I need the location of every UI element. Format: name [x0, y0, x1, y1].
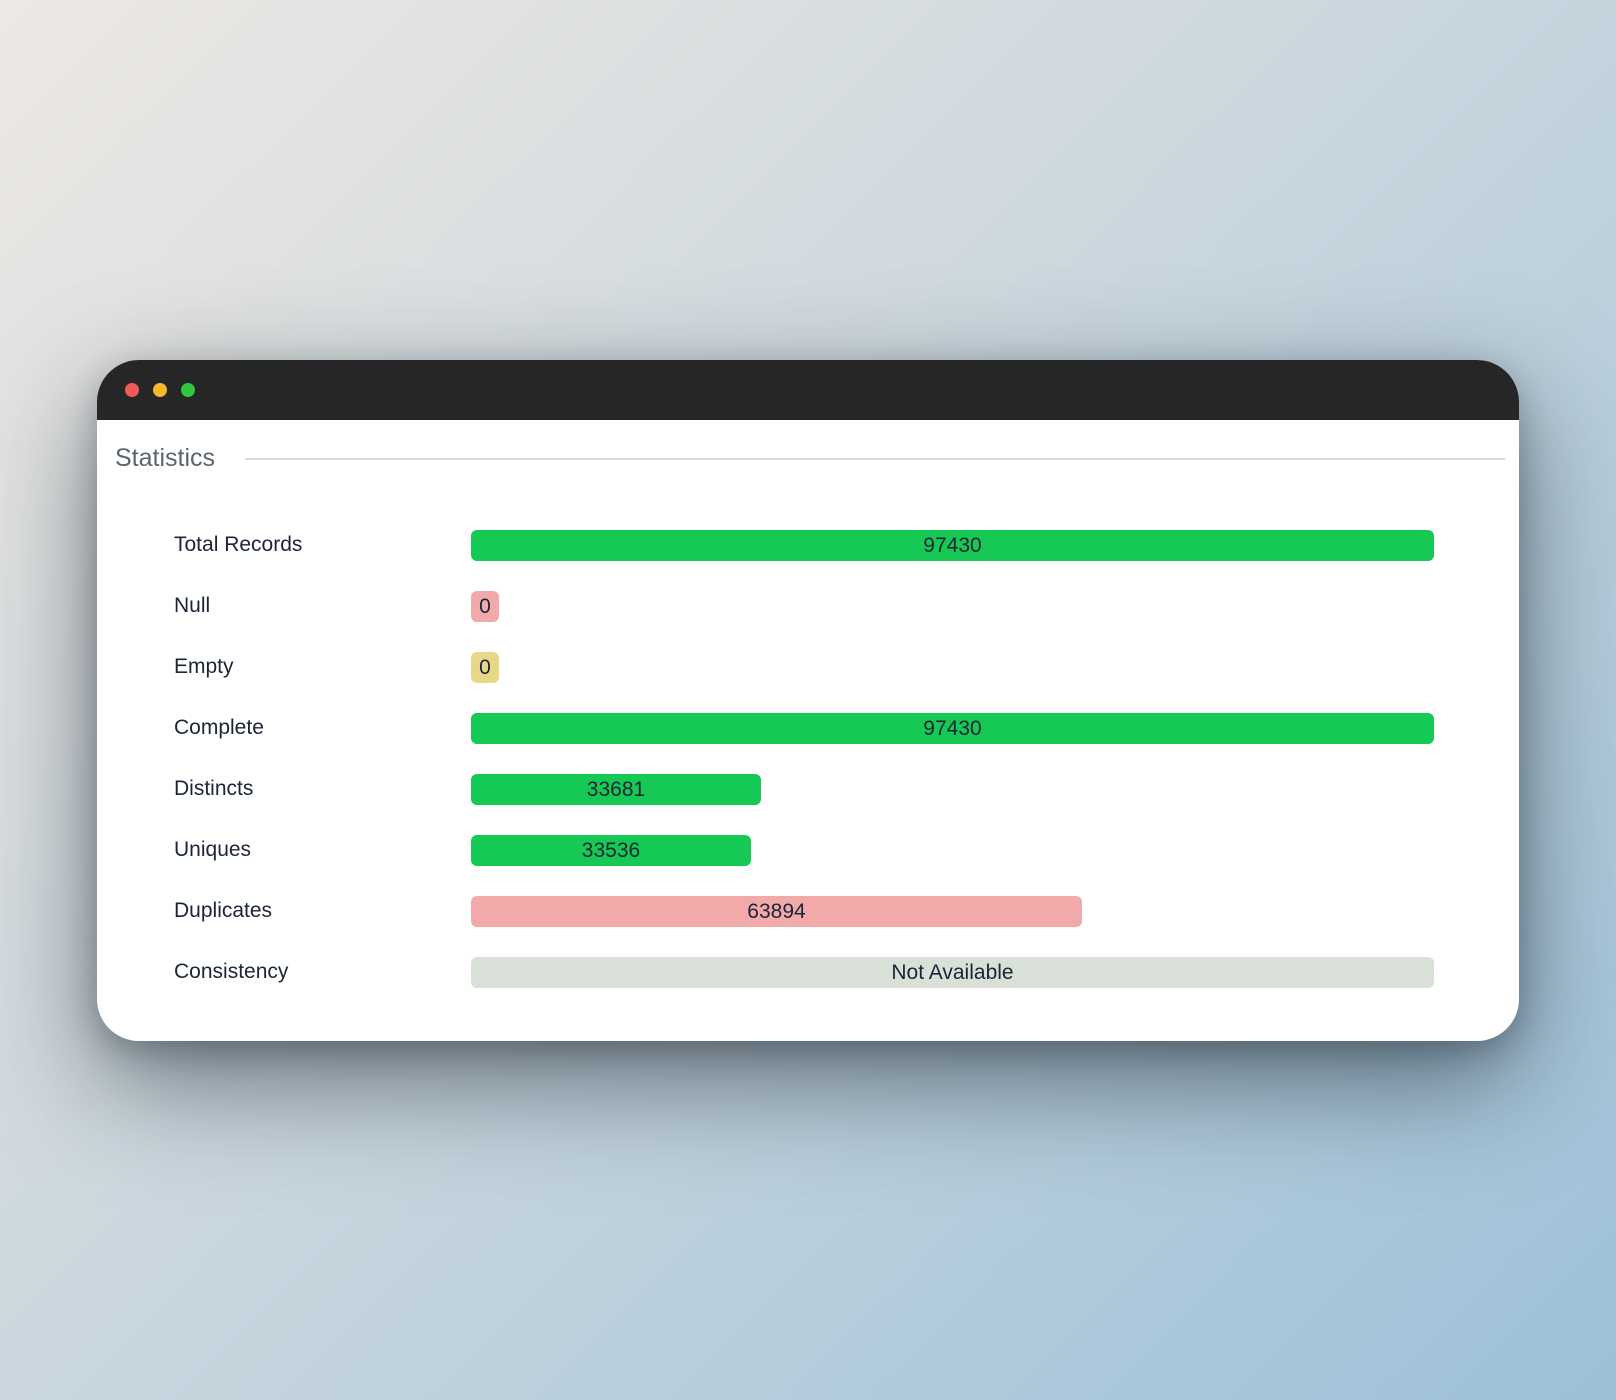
stat-label: Consistency	[174, 960, 289, 983]
stat-label: Duplicates	[174, 899, 273, 922]
stat-row-empty: Empty 0	[97, 650, 1519, 684]
stat-bar-track: Not Available	[471, 957, 1434, 988]
stat-bar-track: 0	[471, 652, 1434, 683]
stat-bar-track: 0	[471, 591, 1434, 622]
stat-label: Uniques	[174, 838, 252, 861]
stat-label: Distincts	[174, 777, 254, 800]
stat-label: Null	[174, 594, 211, 617]
stat-bar-distincts: 33681	[471, 774, 761, 805]
stat-bar-empty: 0	[471, 652, 499, 683]
stat-bar-uniques: 33536	[471, 835, 751, 866]
stat-bar-track: 97430	[471, 530, 1434, 561]
stat-bar-track: 33536	[471, 835, 1434, 866]
statistics-list: Total Records 97430 Null 0 Empty 0 Complete 974…	[97, 360, 1519, 1041]
stat-row-total-records: Total Records 97430	[97, 528, 1519, 562]
statistics-window: Statistics Total Records 97430 Null 0 Empty 0…	[97, 360, 1519, 1041]
stat-row-distincts: Distincts 33681	[97, 772, 1519, 806]
stat-bar-track: 33681	[471, 774, 1434, 805]
stat-label: Complete	[174, 716, 264, 739]
stat-bar-consistency: Not Available	[471, 957, 1434, 988]
stat-bar-null: 0	[471, 591, 499, 622]
stat-row-consistency: Consistency Not Available	[97, 955, 1519, 989]
stat-row-null: Null 0	[97, 589, 1519, 623]
stat-row-complete: Complete 97430	[97, 711, 1519, 745]
stat-bar-duplicates: 63894	[471, 896, 1082, 927]
stat-bar-total-records: 97430	[471, 530, 1434, 561]
stat-label: Total Records	[174, 533, 303, 556]
stat-bar-track: 63894	[471, 896, 1434, 927]
stat-label: Empty	[174, 655, 234, 678]
stat-bar-complete: 97430	[471, 713, 1434, 744]
stat-bar-track: 97430	[471, 713, 1434, 744]
stat-row-duplicates: Duplicates 63894	[97, 894, 1519, 928]
stat-row-uniques: Uniques 33536	[97, 833, 1519, 867]
